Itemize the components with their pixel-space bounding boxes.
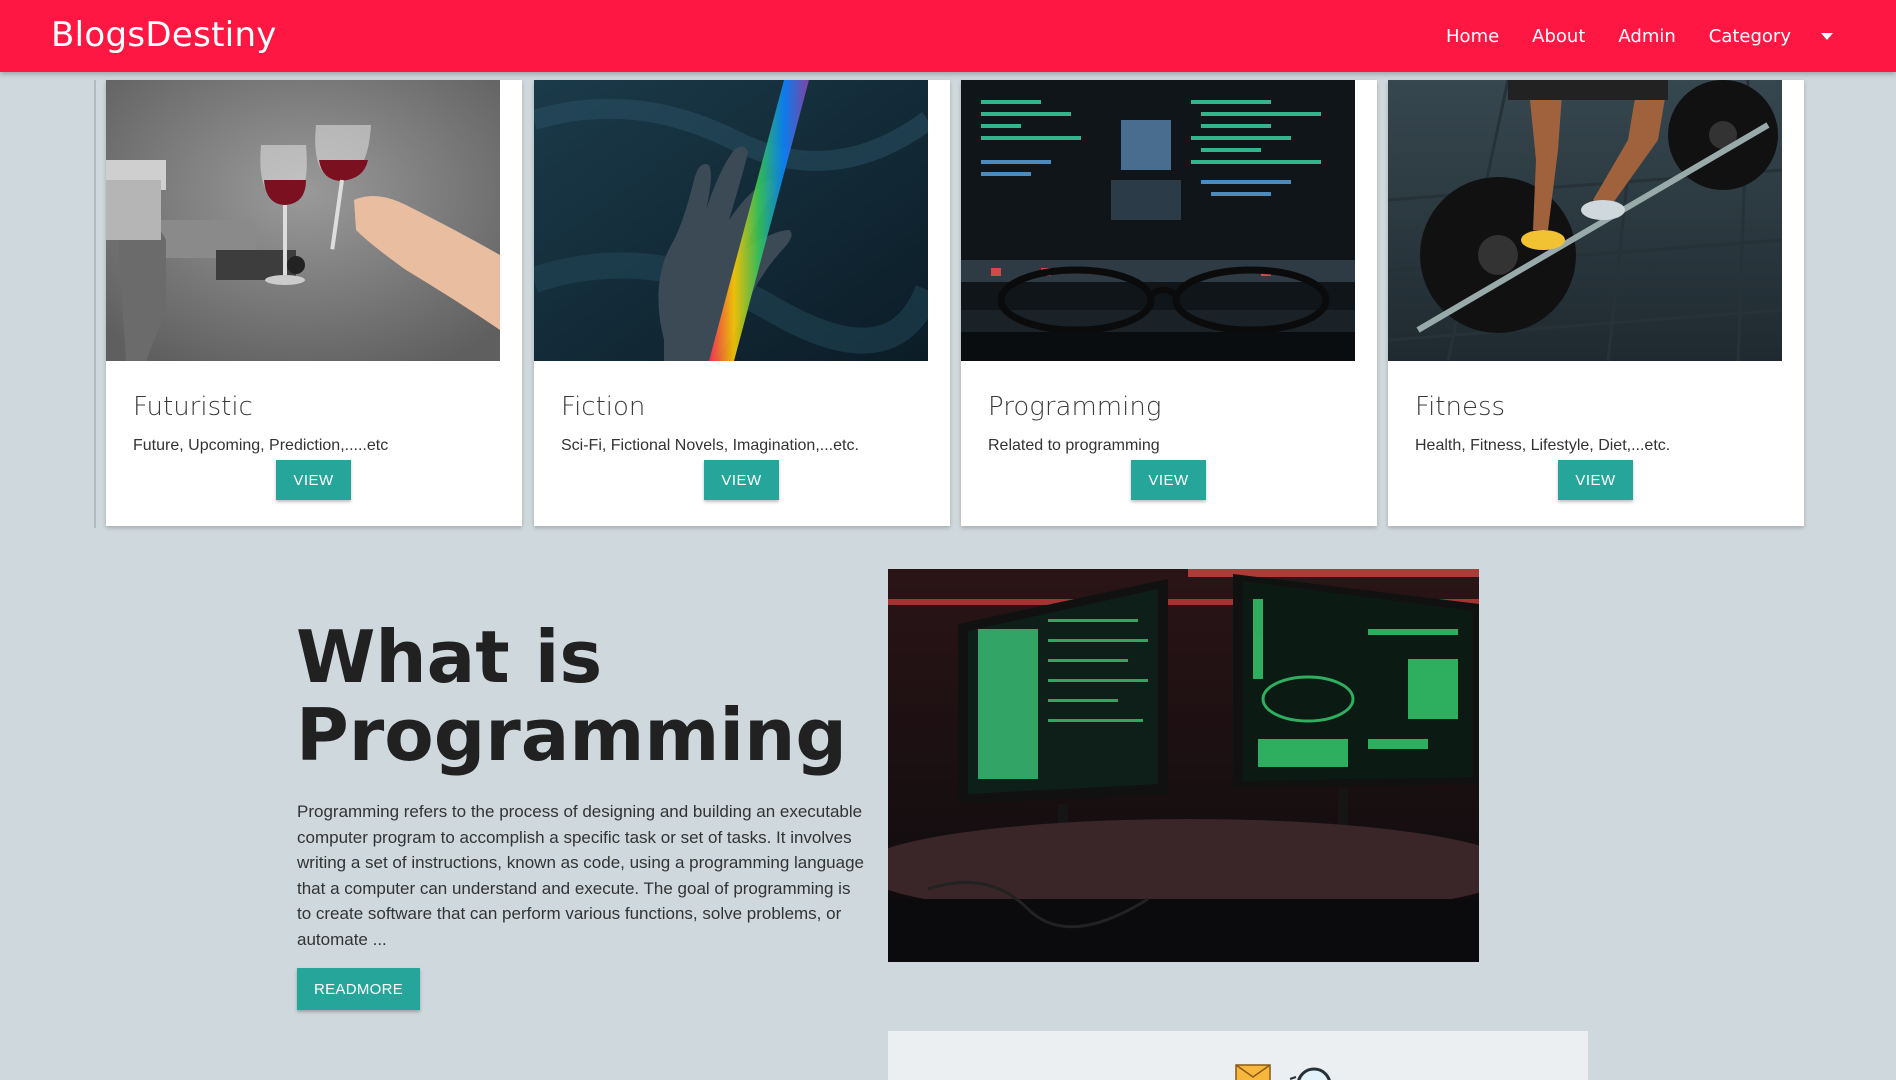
category-card-futuristic: Futuristic Future, Upcoming, Prediction,… [106, 80, 522, 526]
category-card-fitness: Fitness Health, Fitness, Lifestyle, Diet… [1388, 80, 1804, 526]
card-description: Sci-Fi, Fictional Novels, Imagination,..… [561, 437, 859, 454]
nav-category-label: Category [1708, 25, 1791, 47]
card-image-programming [961, 80, 1355, 361]
card-description: Related to programming [988, 437, 1160, 454]
nav-admin[interactable]: Admin [1618, 26, 1675, 47]
card-image-fiction [534, 80, 928, 361]
card-description: Health, Fitness, Lifestyle, Diet,...etc. [1415, 437, 1671, 454]
article-title: What is Programming [296, 618, 856, 774]
card-image-fitness [1388, 80, 1782, 361]
nav-home[interactable]: Home [1446, 26, 1499, 47]
view-button-fiction[interactable]: VIEW [704, 460, 779, 500]
card-image-futuristic [106, 80, 500, 361]
bottom-panel [888, 1031, 1588, 1080]
category-card-programming: Programming Related to programming VIEW [961, 80, 1377, 526]
view-button-futuristic[interactable]: VIEW [276, 460, 351, 500]
card-title: Fiction [561, 392, 646, 422]
category-cards: Futuristic Future, Upcoming, Prediction,… [96, 80, 1806, 528]
card-title: Futuristic [133, 392, 253, 422]
search-icon [1289, 1067, 1331, 1080]
brand-logo[interactable]: BlogsDestiny [51, 15, 277, 55]
nav-links: Home About Admin Category [1413, 0, 1833, 72]
category-card-fiction: Fiction Sci-Fi, Fictional Novels, Imagin… [534, 80, 950, 526]
envelope-icon [1235, 1064, 1271, 1080]
article-title-line2: Programming [296, 693, 847, 777]
view-button-fitness[interactable]: VIEW [1558, 460, 1633, 500]
article-title-line1: What is [296, 615, 603, 699]
nav-category-dropdown[interactable]: Category [1709, 26, 1833, 47]
article-image [888, 569, 1479, 962]
card-description: Future, Upcoming, Prediction,.....etc [133, 437, 389, 454]
article-excerpt: Programming refers to the process of des… [297, 802, 864, 949]
card-title: Fitness [1415, 392, 1506, 422]
view-button-programming[interactable]: VIEW [1131, 460, 1206, 500]
nav-about[interactable]: About [1532, 26, 1585, 47]
readmore-button[interactable]: READMORE [297, 968, 420, 1010]
top-navbar: BlogsDestiny Home About Admin Category [0, 0, 1896, 72]
card-title: Programming [988, 392, 1162, 422]
caret-down-icon [1821, 32, 1833, 40]
